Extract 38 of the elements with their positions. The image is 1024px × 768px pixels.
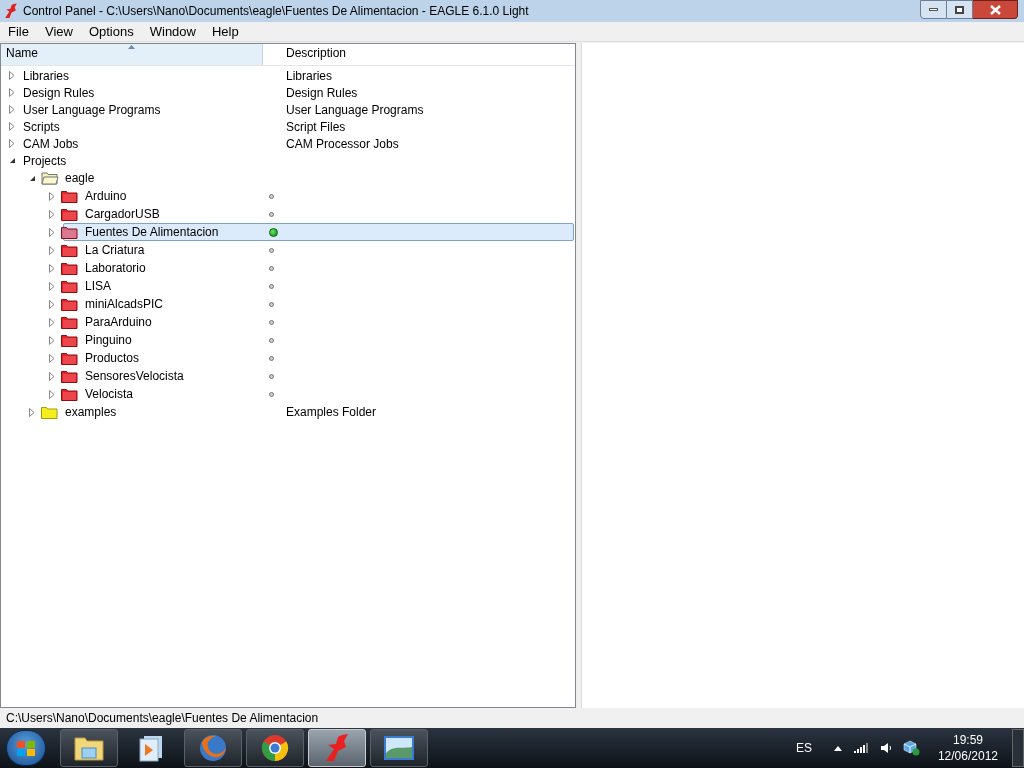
window-title: Control Panel - C:\Users\Nano\Documents\eagle\Fuentes De Alimentacion - EAGLE 6.1.0 Light — [23, 3, 529, 20]
tree-item[interactable]: CAM Jobs — [21, 134, 81, 153]
tree-item[interactable]: Projects — [21, 151, 69, 170]
tree-item[interactable]: Laboratorio — [83, 259, 148, 277]
menu-item[interactable]: File — [0, 21, 37, 42]
description-text: Script Files — [286, 118, 346, 136]
clock-time[interactable]: 19:59 — [952, 732, 983, 748]
tree-item[interactable]: La Criatura — [83, 241, 147, 259]
tree-item[interactable]: CargadorUSB — [83, 205, 162, 223]
clock-date[interactable]: 12/06/2012 — [937, 748, 998, 764]
tree-item[interactable]: LISA — [83, 277, 113, 295]
tree-item[interactable]: Velocista — [83, 385, 136, 403]
menu-item[interactable]: Options — [80, 21, 142, 42]
tree-item[interactable]: eagle — [63, 169, 97, 187]
description-text: CAM Processor Jobs — [286, 135, 399, 153]
menu-item[interactable]: View — [36, 21, 81, 42]
tree-item[interactable]: Libraries — [21, 66, 72, 85]
tree-item[interactable]: ParaArduino — [83, 313, 154, 331]
description-text: Libraries — [286, 67, 333, 85]
column-header[interactable]: Description — [263, 44, 575, 65]
tree-item[interactable]: Productos — [83, 349, 142, 367]
menu-item[interactable]: Window — [141, 21, 204, 42]
description-text: User Language Programs — [286, 101, 424, 119]
tree-item[interactable]: Pinguino — [83, 331, 134, 349]
tree-item[interactable]: Design Rules — [21, 83, 97, 102]
description-text: Design Rules — [286, 84, 358, 102]
tree-item[interactable]: User Language Programs — [21, 100, 163, 119]
tree-item[interactable]: miniAlcadsPIC — [83, 295, 166, 313]
tree-item[interactable]: examples — [63, 403, 119, 421]
tree-item[interactable]: Arduino — [83, 187, 129, 205]
language-indicator[interactable]: ES — [795, 739, 812, 757]
description-text: Examples Folder — [286, 404, 377, 421]
tree-item[interactable]: Fuentes De Alimentacion — [83, 223, 221, 241]
menu-item[interactable]: Help — [203, 21, 247, 42]
tree-item[interactable]: Scripts — [21, 117, 62, 136]
status-text: C:\Users\Nano\Documents\eagle\Fuentes De Alimentacion — [5, 710, 319, 727]
tree-item[interactable]: SensoresVelocista — [83, 367, 186, 385]
column-header[interactable]: Name — [1, 44, 263, 65]
